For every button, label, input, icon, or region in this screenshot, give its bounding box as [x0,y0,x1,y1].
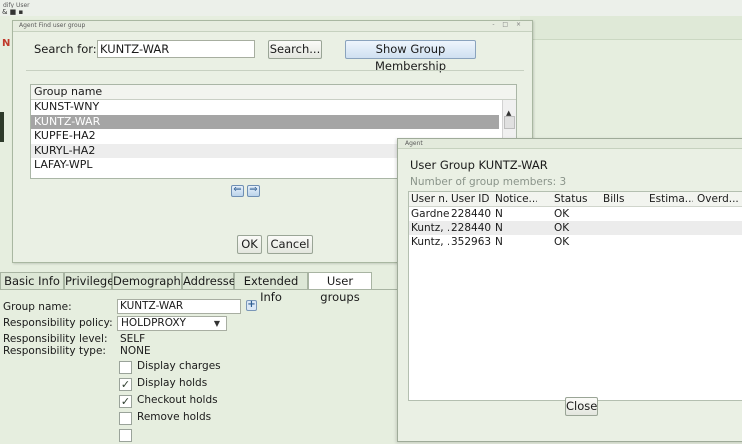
list-item-selected[interactable]: KUNTZ-WAR [31,114,499,130]
responsibility-type-value: NONE [120,345,151,357]
find-dialog-title: Agent Find user group [19,22,86,29]
column-header-bills[interactable]: Bills [603,192,639,206]
responsibility-policy-label: Responsibility policy: [3,317,113,329]
membership-dialog-title-bar[interactable]: Agent [398,139,742,149]
responsibility-level-label: Responsibility level: [3,333,108,345]
column-header-overdue[interactable]: Overd... [697,192,742,206]
app-side-marker [0,112,4,142]
list-item[interactable]: KUNST-WNY [31,100,499,115]
move-left-button[interactable]: ⇐ [231,184,244,197]
remove-holds-label: Remove holds [137,411,212,423]
tab-addresses[interactable]: Addresses [182,272,242,290]
search-label: Search for: [34,42,97,56]
arrow-right-icon: ⇒ [249,184,258,195]
add-group-icon[interactable]: + [246,300,257,311]
app-header-strip [520,16,742,40]
responsibility-policy-select[interactable]: HOLDPROXY ▼ [117,316,227,331]
members-table-header: User n... User ID Notice... Status Bills… [409,192,742,207]
table-row[interactable]: Gardne... 228440... N OK [409,207,742,221]
table-row[interactable]: Kuntz, ... 228440... N OK [409,221,742,235]
divider [26,70,524,71]
group-name-label: Group name: [3,301,72,313]
ok-button[interactable]: OK [237,235,262,254]
tab-privilege[interactable]: Privilege [64,272,114,290]
cell-status: OK [554,236,570,248]
app-red-marker: N [2,38,11,49]
cell-user-id: 3529634 [451,236,491,248]
group-membership-dialog: Agent User Group KUNTZ-WAR Number of gro… [397,138,742,442]
responsibility-policy-value: HOLDPROXY [121,317,186,329]
tab-demographics[interactable]: Demographics [112,272,196,290]
column-header-status[interactable]: Status [554,192,592,206]
checkout-holds-label: Checkout holds [137,394,218,406]
show-group-membership-button[interactable]: Show Group Membership [345,40,476,73]
display-charges-label: Display charges [137,360,221,372]
members-table: User n... User ID Notice... Status Bills… [408,191,742,401]
cell-user-id: 228440... [451,208,491,220]
column-header-user-name[interactable]: User n... [411,192,449,206]
responsibility-level-value: SELF [120,333,146,345]
cell-notice: N [495,236,503,248]
display-holds-label: Display holds [137,377,208,389]
window-controls-icon[interactable]: - □ × [492,21,524,28]
column-header-user-id[interactable]: User ID [451,192,491,206]
tab-bar: Basic Info Privilege Demographics Addres… [0,272,372,304]
cancel-button[interactable]: Cancel [267,235,313,254]
find-dialog-title-bar[interactable]: Agent Find user group - □ × [13,21,532,32]
tab-basic-info[interactable]: Basic Info [0,272,64,290]
column-header-notice[interactable]: Notice... [495,192,537,206]
chevron-down-icon[interactable]: ▼ [214,317,220,330]
group-name-field[interactable]: KUNTZ-WAR [117,299,241,314]
close-button[interactable]: Close [565,397,598,416]
app-toolbar: & ■ ▪ [0,8,26,16]
checkout-holds-checkbox[interactable]: ✓ [119,395,132,408]
cell-user-name: Kuntz, ... [411,236,449,248]
table-row[interactable]: Kuntz, ... 3529634 N OK [409,235,742,249]
move-right-button[interactable]: ⇒ [247,184,260,197]
arrow-left-icon: ⇐ [233,184,242,195]
app-title-bar: dify User [0,0,742,16]
cell-status: OK [554,208,570,220]
remove-holds-checkbox[interactable] [119,412,132,425]
display-holds-checkbox[interactable]: ✓ [119,378,132,391]
display-charges-checkbox[interactable] [119,361,132,374]
cell-user-id: 228440... [451,222,491,234]
tab-user-groups[interactable]: User groups [308,272,372,304]
membership-dialog-title: Agent [405,140,423,147]
member-count: Number of group members: 3 [410,176,567,188]
toolbar-icons: & ■ ▪ [2,8,24,16]
cell-notice: N [495,208,503,220]
search-button[interactable]: Search... [268,40,322,59]
column-header-estimate[interactable]: Estima... [649,192,693,206]
cell-user-name: Gardne... [411,208,449,220]
cell-notice: N [495,222,503,234]
cell-user-name: Kuntz, ... [411,222,449,234]
responsibility-type-label: Responsibility type: [3,345,106,357]
cell-status: OK [554,222,570,234]
tab-extended-info[interactable]: Extended Info [234,272,308,304]
user-group-title: User Group KUNTZ-WAR [410,158,548,172]
search-input[interactable] [97,40,255,58]
group-name-header[interactable]: Group name [31,85,516,100]
scroll-thumb[interactable] [504,116,515,129]
